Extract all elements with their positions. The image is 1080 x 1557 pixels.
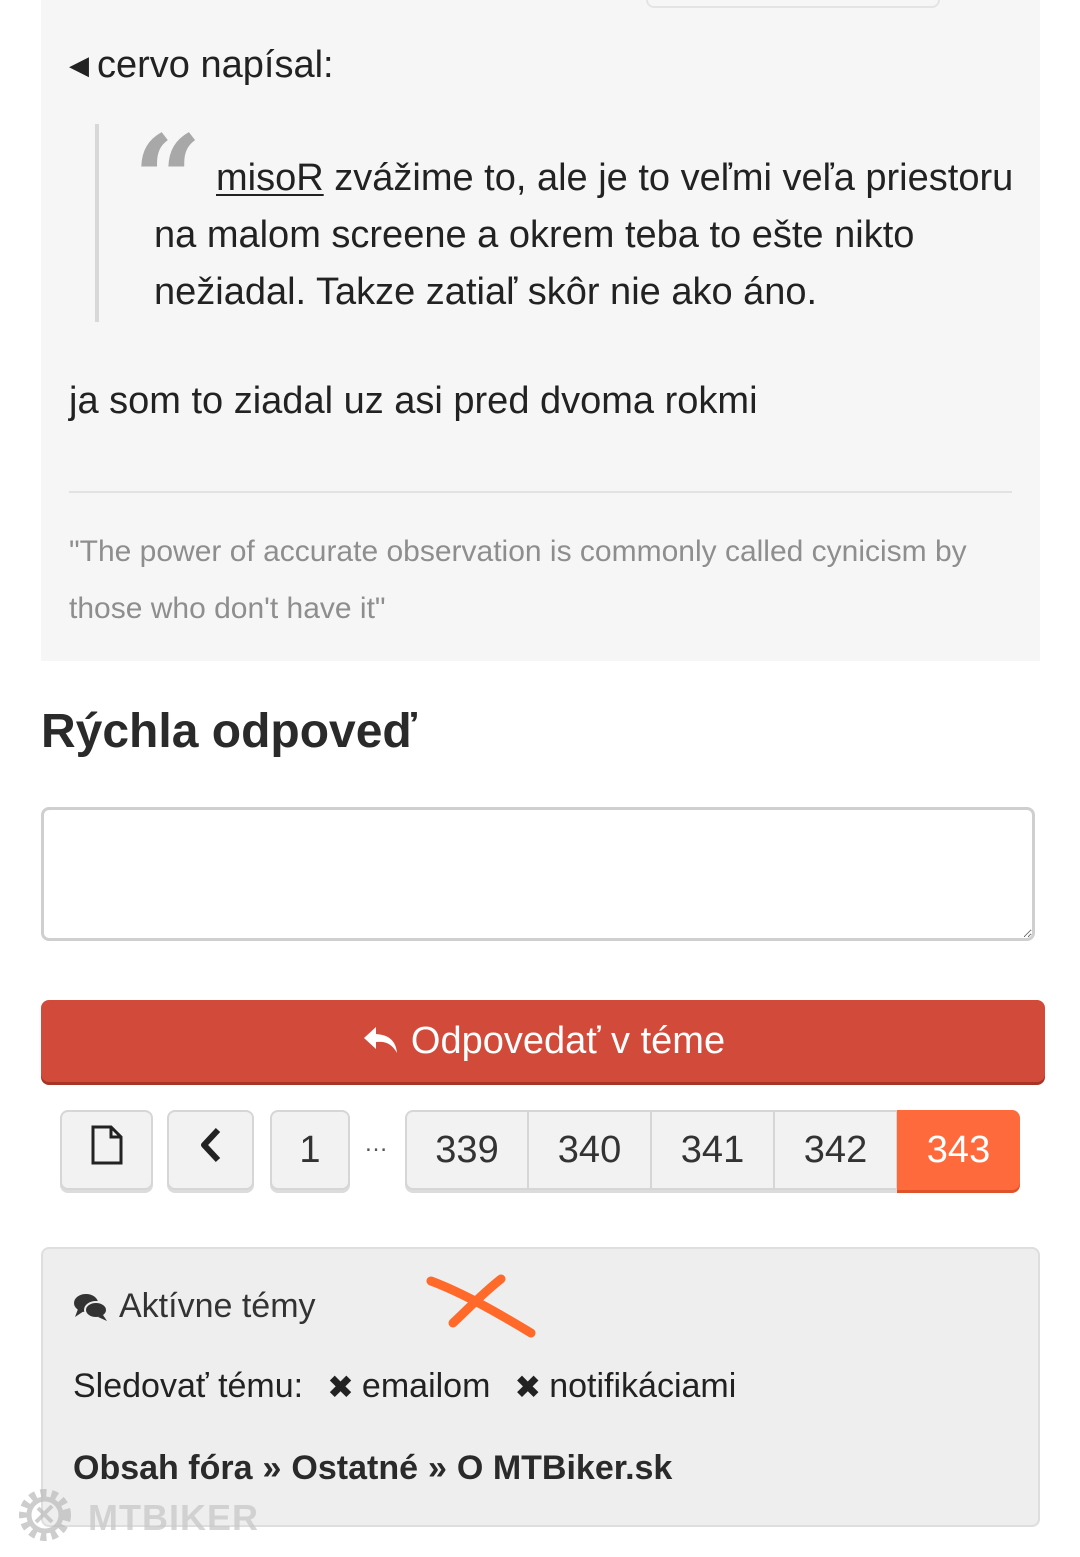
page-button-current[interactable]: 343 bbox=[897, 1110, 1020, 1190]
active-topics-label: Aktívne témy bbox=[119, 1287, 316, 1325]
quote-border bbox=[95, 124, 99, 322]
comments-icon bbox=[73, 1292, 109, 1322]
previous-page-button[interactable] bbox=[167, 1110, 254, 1190]
quick-reply-title: Rýchla odpoveď bbox=[41, 705, 417, 758]
breadcrumb: Obsah fóra» Ostatné» O MTBiker.sk bbox=[73, 1449, 672, 1488]
reply-in-topic-button[interactable]: Odpovedať v téme bbox=[41, 1000, 1045, 1082]
breadcrumb-item-forum-index[interactable]: Obsah fóra bbox=[73, 1449, 252, 1487]
reply-icon bbox=[361, 1023, 401, 1059]
page-button-342[interactable]: 342 bbox=[774, 1110, 897, 1190]
page-list-button[interactable] bbox=[60, 1110, 153, 1190]
post-toolbar-stub bbox=[646, 0, 940, 8]
chevron-left-icon bbox=[198, 1127, 224, 1173]
page-number-group: 339 340 341 342 343 bbox=[405, 1110, 1020, 1190]
gear-icon bbox=[14, 1484, 76, 1551]
quote-author-link[interactable]: ◀ cervo napísal: bbox=[69, 44, 334, 87]
signature-divider bbox=[69, 491, 1012, 493]
close-icon: ✖ bbox=[514, 1368, 542, 1405]
follow-notifications-toggle[interactable]: ✖ notifikáciami bbox=[514, 1367, 736, 1406]
breadcrumb-item-other[interactable]: Ostatné bbox=[291, 1449, 418, 1487]
page-first-button[interactable]: 1 bbox=[270, 1110, 350, 1190]
forum-post: ◀ cervo napísal: “ misoR zvážime to, ale… bbox=[41, 0, 1040, 661]
quick-reply-textarea[interactable] bbox=[41, 807, 1035, 941]
close-icon: ✖ bbox=[327, 1368, 354, 1405]
follow-topic-label: Sledovať tému: bbox=[73, 1367, 304, 1405]
post-signature: "The power of accurate observation is co… bbox=[69, 535, 967, 625]
breadcrumb-item-about[interactable]: O MTBiker.sk bbox=[457, 1449, 672, 1487]
post-body: ja som to ziadal uz asi pred dvoma rokmi bbox=[69, 380, 758, 422]
breadcrumb-separator: » bbox=[262, 1449, 282, 1487]
annotation-cross-mark bbox=[423, 1271, 538, 1351]
quote-author-label: cervo napísal: bbox=[97, 44, 334, 86]
follow-topic-row: Sledovať tému: ✖ emailom ✖ notifikáciami bbox=[73, 1367, 736, 1406]
breadcrumb-separator: » bbox=[428, 1449, 447, 1487]
page-button-340[interactable]: 340 bbox=[528, 1110, 651, 1190]
follow-email-toggle[interactable]: ✖ emailom bbox=[327, 1367, 490, 1406]
document-icon bbox=[90, 1125, 124, 1175]
mention-link[interactable]: misoR bbox=[216, 157, 324, 199]
reply-button-label: Odpovedať v téme bbox=[410, 1019, 726, 1062]
caret-left-icon: ◀ bbox=[69, 50, 89, 80]
page-button-341[interactable]: 341 bbox=[651, 1110, 774, 1190]
quote-text: misoR zvážime to, ale je to veľmi veľa p… bbox=[154, 150, 1014, 321]
pagination-ellipsis: … bbox=[364, 1130, 388, 1157]
watermark-text: MTBIKER bbox=[88, 1496, 259, 1538]
page-button-339[interactable]: 339 bbox=[405, 1110, 528, 1190]
follow-email-label: emailom bbox=[361, 1367, 491, 1405]
watermark-logo: MTBIKER bbox=[14, 1484, 259, 1551]
follow-notifications-label: notifikáciami bbox=[549, 1367, 737, 1405]
active-topics-link[interactable]: Aktívne témy bbox=[73, 1287, 316, 1326]
